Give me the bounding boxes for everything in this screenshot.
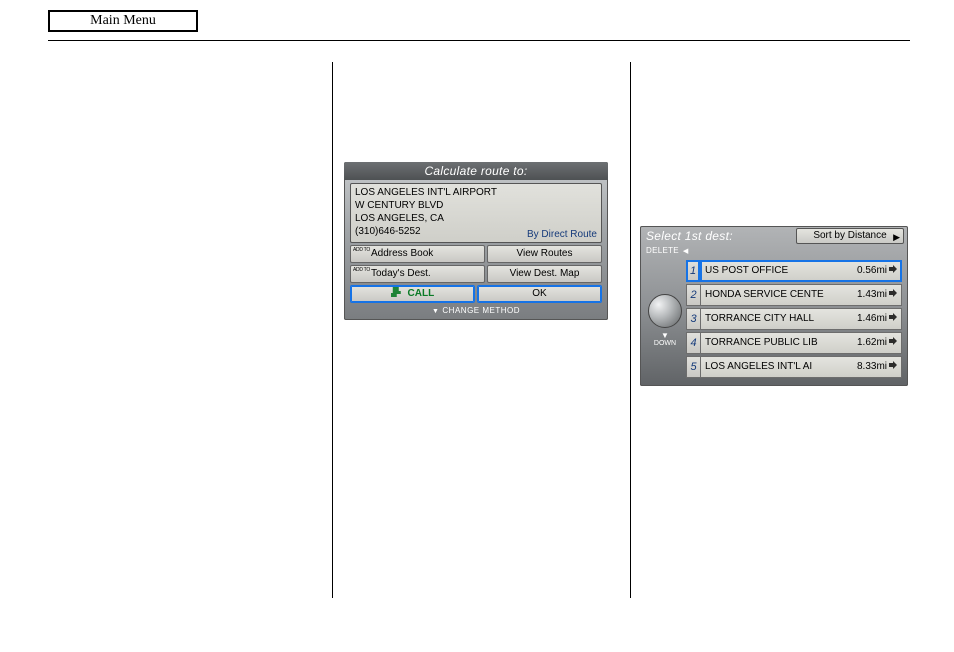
view-dest-map-button[interactable]: View Dest. Map xyxy=(487,265,602,283)
todays-dest-label: Today's Dest. xyxy=(371,268,431,279)
select-first-dest-screen: Select 1st dest: Sort by Distance DELETE… xyxy=(640,226,908,386)
change-method-hint: CHANGE METHOD xyxy=(344,306,608,320)
add-to-address-book-button[interactable]: ADD TO Address Book xyxy=(350,245,485,263)
list-row-5[interactable]: 5 LOS ANGELES INT'L AI 8.33mi xyxy=(686,356,902,378)
row-name: HONDA SERVICE CENTE xyxy=(705,285,824,305)
ok-button[interactable]: OK xyxy=(477,285,602,303)
column-divider-1 xyxy=(332,62,333,598)
list-row-1[interactable]: 1 US POST OFFICE 0.56mi xyxy=(686,260,902,282)
row-name: TORRANCE PUBLIC LIB xyxy=(705,333,818,353)
column-divider-2 xyxy=(630,62,631,598)
row-distance: 8.33mi xyxy=(857,357,897,377)
row-number: 2 xyxy=(686,284,700,306)
select-dest-title: Select 1st dest: xyxy=(646,229,792,243)
row-distance: 1.43mi xyxy=(857,285,897,305)
row-number: 1 xyxy=(686,260,700,282)
sort-by-distance-button[interactable]: Sort by Distance xyxy=(796,228,904,244)
row-number: 4 xyxy=(686,332,700,354)
route-mode-label: By Direct Route xyxy=(527,229,597,240)
jog-dial[interactable] xyxy=(648,294,682,328)
dest-name: LOS ANGELES INT'L AIRPORT xyxy=(355,186,597,199)
list-row-4[interactable]: 4 TORRANCE PUBLIC LIB 1.62mi xyxy=(686,332,902,354)
address-book-label: Address Book xyxy=(371,248,433,259)
destination-list: 1 US POST OFFICE 0.56mi 2 HONDA SERVICE C… xyxy=(686,260,902,378)
row-name: US POST OFFICE xyxy=(705,261,788,281)
row-number: 3 xyxy=(686,308,700,330)
row-distance: 1.62mi xyxy=(857,333,897,353)
row-distance: 0.56mi xyxy=(857,261,897,281)
header-divider xyxy=(48,40,910,41)
addto-prefix: ADD TO xyxy=(353,248,370,253)
row-distance: 1.46mi xyxy=(857,309,897,329)
call-button[interactable]: CALL xyxy=(350,285,475,303)
row-number: 5 xyxy=(686,356,700,378)
list-row-2[interactable]: 2 HONDA SERVICE CENTE 1.43mi xyxy=(686,284,902,306)
down-indicator: DOWN xyxy=(654,332,676,348)
addto-prefix-2: ADD TO xyxy=(353,268,370,273)
destination-info-panel: LOS ANGELES INT'L AIRPORT W CENTURY BLVD… xyxy=(350,183,602,243)
calculate-route-title: Calculate route to: xyxy=(344,162,608,180)
dest-city: LOS ANGELES, CA xyxy=(355,212,597,225)
calculate-route-screen: Calculate route to: LOS ANGELES INT'L AI… xyxy=(344,162,608,320)
list-row-3[interactable]: 3 TORRANCE CITY HALL 1.46mi xyxy=(686,308,902,330)
main-menu-button[interactable]: Main Menu xyxy=(48,10,198,32)
delete-label[interactable]: DELETE xyxy=(640,246,908,258)
dest-street: W CENTURY BLVD xyxy=(355,199,597,212)
add-to-todays-dest-button[interactable]: ADD TO Today's Dest. xyxy=(350,265,485,283)
row-name: LOS ANGELES INT'L AI xyxy=(705,357,812,377)
view-routes-button[interactable]: View Routes xyxy=(487,245,602,263)
row-name: TORRANCE CITY HALL xyxy=(705,309,814,329)
call-label: CALL xyxy=(408,288,435,299)
